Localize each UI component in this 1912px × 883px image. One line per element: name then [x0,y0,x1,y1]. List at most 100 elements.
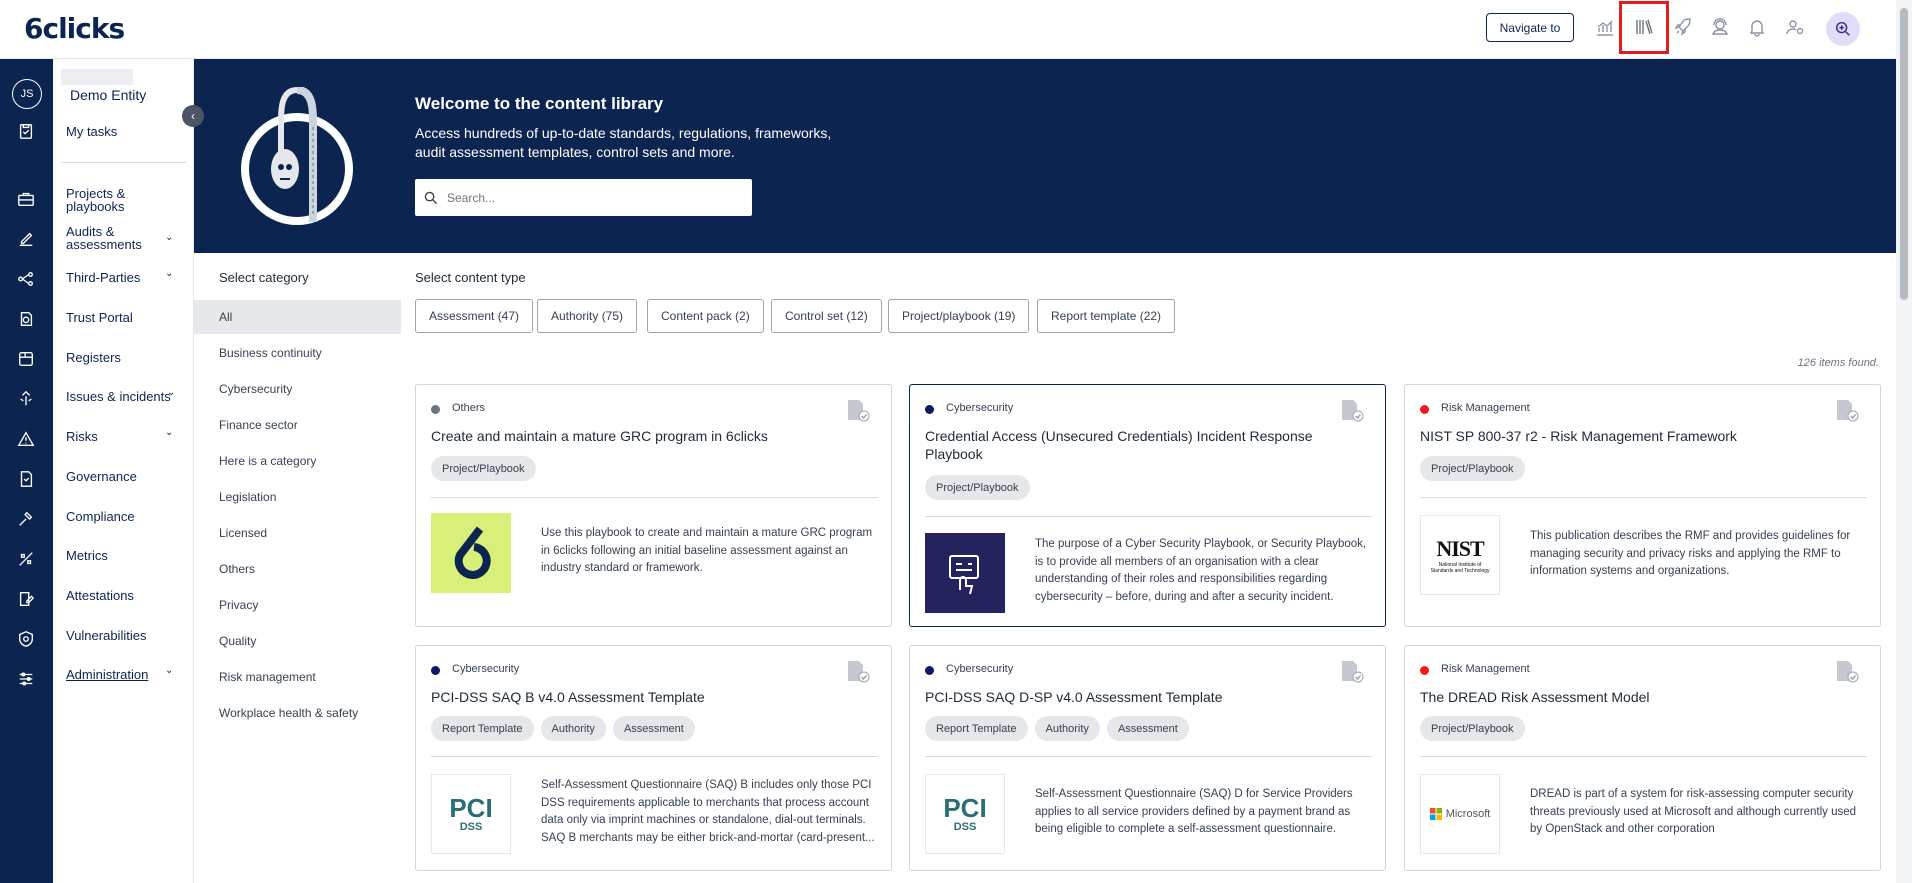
category-legislation[interactable]: Legislation [194,480,401,514]
global-search-icon[interactable] [1826,12,1860,46]
attestation-icon[interactable] [14,587,38,611]
category-quality[interactable]: Quality [194,624,401,658]
filter-control-set[interactable]: Control set (12) [771,299,882,333]
chevron-down-icon[interactable]: ⌄ [167,387,175,398]
card-category: Risk Management [1441,402,1530,414]
chevron-down-icon[interactable]: ⌄ [165,232,173,243]
category-others[interactable]: Others [194,552,401,586]
governance-icon[interactable] [14,467,38,491]
card-title[interactable]: PCI-DSS SAQ D-SP v4.0 Assessment Templat… [925,688,1325,706]
card-description: Use this playbook to create and maintain… [541,527,873,574]
sidebar-item-risks[interactable]: Risks [66,430,98,443]
user-settings-icon[interactable] [1783,14,1807,40]
card-category: Risk Management [1441,663,1530,675]
entity-placeholder [61,69,133,85]
collapse-sidebar-button[interactable]: ‹ [182,105,204,127]
network-icon[interactable] [14,267,38,291]
sidebar-item-third-parties[interactable]: Third-Parties [66,271,140,284]
search-input[interactable] [447,190,737,205]
scrollbar-thumb[interactable] [1900,8,1908,300]
entity-name[interactable]: Demo Entity [70,87,146,103]
page-scrollbar[interactable] [1896,0,1912,883]
tasks-icon[interactable] [14,119,38,143]
content-card[interactable]: Risk Management The DREAD Risk Assessmen… [1404,645,1881,871]
document-check-icon[interactable] [1339,398,1365,422]
briefcase-icon[interactable] [14,187,38,211]
document-check-icon[interactable] [845,398,871,422]
category-privacy[interactable]: Privacy [194,588,401,622]
category-all[interactable]: All [194,300,401,334]
card-divider [925,516,1372,517]
content-card[interactable]: Cybersecurity PCI-DSS SAQ D-SP v4.0 Asse… [909,645,1386,871]
chevron-down-icon[interactable]: ⌄ [165,665,173,676]
sidebar-item-attestations[interactable]: Attestations [66,589,134,602]
register-icon[interactable] [14,347,38,371]
sliders-icon[interactable] [14,667,38,691]
hero-banner: Welcome to the content library Access hu… [194,59,1896,253]
sidebar-item-registers[interactable]: Registers [66,351,121,364]
filter-content-pack[interactable]: Content pack (2) [647,299,764,333]
card-description: Self-Assessment Questionnaire (SAQ) B in… [541,779,875,844]
sidebar-item-vulnerabilities[interactable]: Vulnerabilities [66,629,146,642]
library-search[interactable] [415,179,752,216]
content-type-heading: Select content type [415,270,526,285]
chevron-down-icon[interactable]: ⌄ [165,268,173,279]
sidebar-item-projects[interactable]: Projects & playbooks [66,187,146,213]
bell-icon[interactable] [1745,14,1769,40]
sidebar-item-my-tasks[interactable]: My tasks [66,125,117,138]
document-check-icon[interactable] [1339,659,1365,683]
pci-logo: PCI DSS [925,774,1005,854]
document-check-icon[interactable] [1834,398,1860,422]
card-title[interactable]: The DREAD Risk Assessment Model [1420,688,1820,706]
content-card[interactable]: Cybersecurity PCI-DSS SAQ B v4.0 Assessm… [415,645,892,871]
sidebar-item-trust-portal[interactable]: Trust Portal [66,311,133,324]
category-here-is-a-category[interactable]: Here is a category [194,444,401,478]
category-licensed[interactable]: Licensed [194,516,401,550]
content-card[interactable]: Cybersecurity Credential Access (Unsecur… [909,384,1386,627]
chevron-down-icon[interactable]: ⌄ [165,427,173,438]
category-dot [1420,405,1429,414]
metrics-icon[interactable] [14,547,38,571]
sidebar-item-administration[interactable]: Administration [66,668,148,681]
rocket-icon[interactable] [1671,14,1695,40]
content-card[interactable]: Risk Management NIST SP 800-37 r2 - Risk… [1404,384,1881,627]
content-card[interactable]: Others Create and maintain a mature GRC … [415,384,892,627]
warning-icon[interactable] [14,427,38,451]
hero-subtitle: Access hundreds of up-to-date standards,… [415,125,832,160]
issues-icon[interactable] [14,387,38,411]
analytics-icon[interactable] [1593,14,1617,40]
card-title[interactable]: Credential Access (Unsecured Credentials… [925,427,1325,463]
filter-report-template[interactable]: Report template (22) [1037,299,1176,333]
card-title[interactable]: NIST SP 800-37 r2 - Risk Management Fram… [1420,427,1820,445]
sidebar-item-metrics[interactable]: Metrics [66,549,108,562]
filter-authority[interactable]: Authority (75) [537,299,638,333]
document-check-icon[interactable] [845,659,871,683]
filter-project-playbook[interactable]: Project/playbook (19) [888,299,1030,333]
navigate-to-button[interactable]: Navigate to [1486,13,1574,42]
filter-assessment[interactable]: Assessment (47) [415,299,534,333]
portal-icon[interactable] [14,307,38,331]
sidebar-item-audits[interactable]: Audits & assessments [66,225,146,251]
gavel-icon[interactable] [14,507,38,531]
category-cybersecurity[interactable]: Cybersecurity [194,372,401,406]
user-avatar[interactable]: JS [12,79,42,109]
tag: Project/Playbook [1420,716,1525,741]
category-risk-management[interactable]: Risk management [194,660,401,694]
card-description: Self-Assessment Questionnaire (SAQ) D fo… [1035,788,1353,835]
app-logo[interactable]: 6clicks [24,12,125,45]
category-business-continuity[interactable]: Business continuity [194,336,401,370]
edit-icon[interactable] [14,227,38,251]
card-title[interactable]: PCI-DSS SAQ B v4.0 Assessment Template [431,688,831,706]
sidebar-item-issues[interactable]: Issues & incidents [66,390,171,403]
document-check-icon[interactable] [1834,659,1860,683]
sidebar-item-compliance[interactable]: Compliance [66,510,135,523]
category-workplace-health-safety[interactable]: Workplace health & safety [194,696,401,730]
card-title[interactable]: Create and maintain a mature GRC program… [431,427,831,445]
card-divider [1420,497,1867,498]
support-icon[interactable] [1708,14,1732,40]
library-lock-illustration [241,87,353,225]
menu-divider [61,162,186,163]
shield-icon[interactable] [14,627,38,651]
category-finance-sector[interactable]: Finance sector [194,408,401,442]
sidebar-item-governance[interactable]: Governance [66,470,137,483]
